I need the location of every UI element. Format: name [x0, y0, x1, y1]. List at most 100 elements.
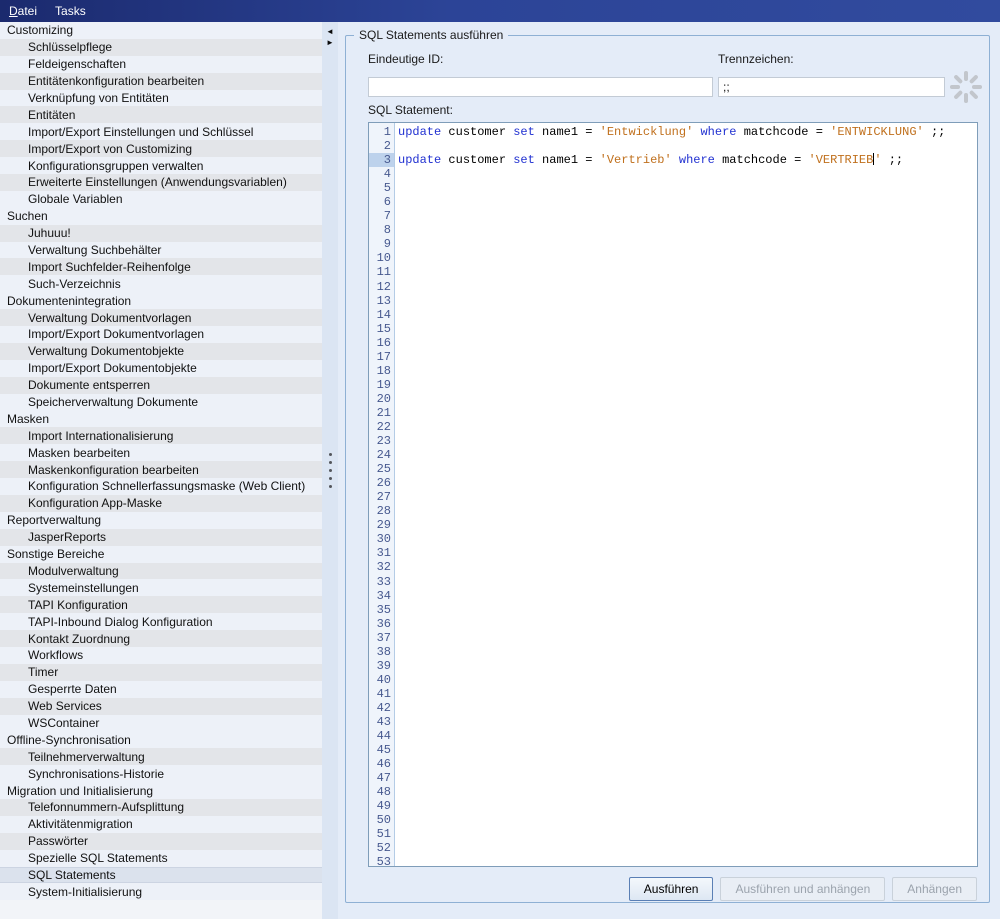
splitter-bar[interactable]: ◄► — [322, 22, 338, 919]
sidebar-item[interactable]: Konfigurationsgruppen verwalten — [0, 157, 322, 174]
sidebar-category[interactable]: Reportverwaltung — [0, 512, 322, 529]
menu-tasks[interactable]: Tasks — [46, 0, 95, 22]
sidebar-item[interactable]: Import Internationalisierung — [0, 427, 322, 444]
code-line[interactable] — [395, 532, 977, 546]
code-line[interactable] — [395, 294, 977, 308]
splitter-grip-icon[interactable] — [322, 453, 338, 488]
code-line[interactable] — [395, 673, 977, 687]
sidebar-item[interactable]: Juhuuu! — [0, 225, 322, 242]
sidebar-item[interactable]: Synchronisations-Historie — [0, 765, 322, 782]
code-line[interactable] — [395, 448, 977, 462]
sidebar-item[interactable]: Aktivitätenmigration — [0, 816, 322, 833]
code-line[interactable] — [395, 855, 977, 866]
sidebar-item[interactable]: Verknüpfung von Entitäten — [0, 90, 322, 107]
code-line[interactable] — [395, 434, 977, 448]
code-line[interactable] — [395, 308, 977, 322]
sidebar-item[interactable]: Gesperrte Daten — [0, 681, 322, 698]
sidebar-item[interactable]: TAPI Konfiguration — [0, 596, 322, 613]
code-line[interactable] — [395, 195, 977, 209]
sidebar-item[interactable]: Import/Export Dokumentvorlagen — [0, 326, 322, 343]
sidebar-item[interactable]: Import/Export Einstellungen und Schlüsse… — [0, 123, 322, 140]
unique-id-input[interactable] — [368, 77, 713, 97]
sidebar-category[interactable]: Suchen — [0, 208, 322, 225]
sidebar-item[interactable]: Verwaltung Dokumentvorlagen — [0, 309, 322, 326]
sidebar-item[interactable]: Konfiguration App-Maske — [0, 495, 322, 512]
sidebar-category[interactable]: Customizing — [0, 22, 322, 39]
sidebar-category[interactable]: Migration und Initialisierung — [0, 782, 322, 799]
code-line[interactable] — [395, 420, 977, 434]
sidebar-item[interactable]: Entitätenkonfiguration bearbeiten — [0, 73, 322, 90]
sidebar-item[interactable]: Dokumente entsperren — [0, 377, 322, 394]
code-line[interactable] — [395, 336, 977, 350]
sidebar-item[interactable]: Workflows — [0, 647, 322, 664]
sidebar-item[interactable]: Import Suchfelder-Reihenfolge — [0, 258, 322, 275]
code-line[interactable] — [395, 280, 977, 294]
sidebar-item[interactable]: WSContainer — [0, 715, 322, 732]
code-line[interactable] — [395, 237, 977, 251]
code-line[interactable]: update customer set name1 = 'Vertrieb' w… — [395, 153, 977, 167]
sidebar-item[interactable]: Spezielle SQL Statements — [0, 850, 322, 867]
code-line[interactable] — [395, 209, 977, 223]
separator-input[interactable] — [718, 77, 945, 97]
sql-editor[interactable]: 1234567891011121314151617181920212223242… — [368, 122, 978, 867]
code-line[interactable] — [395, 223, 977, 237]
sidebar-item[interactable]: JasperReports — [0, 529, 322, 546]
code-line[interactable] — [395, 785, 977, 799]
sidebar-item[interactable]: Speicherverwaltung Dokumente — [0, 394, 322, 411]
sidebar-item[interactable]: Web Services — [0, 698, 322, 715]
sidebar-category[interactable]: Dokumentenintegration — [0, 292, 322, 309]
sidebar-item[interactable]: Entitäten — [0, 106, 322, 123]
sidebar-item[interactable]: Feldeigenschaften — [0, 56, 322, 73]
code-line[interactable] — [395, 181, 977, 195]
code-line[interactable] — [395, 771, 977, 785]
code-line[interactable] — [395, 715, 977, 729]
code-line[interactable] — [395, 462, 977, 476]
sidebar-item[interactable]: Erweiterte Einstellungen (Anwendungsvari… — [0, 174, 322, 191]
sidebar-category[interactable]: Masken — [0, 410, 322, 427]
code-line[interactable] — [395, 406, 977, 420]
sidebar-item[interactable]: SQL Statements — [0, 867, 322, 884]
sidebar-item[interactable]: Teilnehmerverwaltung — [0, 748, 322, 765]
sidebar-category[interactable]: Sonstige Bereiche — [0, 546, 322, 563]
code-line[interactable] — [395, 490, 977, 504]
code-line[interactable] — [395, 476, 977, 490]
code-line[interactable] — [395, 504, 977, 518]
sidebar-item[interactable]: Verwaltung Dokumentobjekte — [0, 343, 322, 360]
code-line[interactable] — [395, 546, 977, 560]
code-line[interactable] — [395, 322, 977, 336]
code-line[interactable] — [395, 659, 977, 673]
sidebar-item[interactable]: Verwaltung Suchbehälter — [0, 242, 322, 259]
sidebar-item[interactable]: Import/Export Dokumentobjekte — [0, 360, 322, 377]
code-line[interactable]: update customer set name1 = 'Entwicklung… — [395, 125, 977, 139]
sidebar-item[interactable]: Maskenkonfiguration bearbeiten — [0, 461, 322, 478]
code-line[interactable] — [395, 701, 977, 715]
code-line[interactable] — [395, 378, 977, 392]
code-line[interactable] — [395, 265, 977, 279]
sidebar-item[interactable]: Modulverwaltung — [0, 563, 322, 580]
sidebar-item[interactable]: TAPI-Inbound Dialog Konfiguration — [0, 613, 322, 630]
sidebar-item[interactable]: System-Initialisierung — [0, 883, 322, 900]
code-line[interactable] — [395, 729, 977, 743]
sidebar-item[interactable]: Konfiguration Schnellerfassungsmaske (We… — [0, 478, 322, 495]
sql-code-area[interactable]: update customer set name1 = 'Entwicklung… — [395, 123, 977, 866]
sidebar-item[interactable]: Passwörter — [0, 833, 322, 850]
code-line[interactable] — [395, 392, 977, 406]
code-line[interactable] — [395, 560, 977, 574]
code-line[interactable] — [395, 687, 977, 701]
sidebar-item[interactable]: Kontakt Zuordnung — [0, 630, 322, 647]
code-line[interactable] — [395, 167, 977, 181]
code-line[interactable] — [395, 364, 977, 378]
sidebar-category[interactable]: Offline-Synchronisation — [0, 731, 322, 748]
sidebar-item[interactable]: Import/Export von Customizing — [0, 140, 322, 157]
splitter-collapse-arrows-icon[interactable]: ◄► — [322, 26, 338, 48]
code-line[interactable] — [395, 139, 977, 153]
code-line[interactable] — [395, 813, 977, 827]
code-line[interactable] — [395, 757, 977, 771]
code-line[interactable] — [395, 617, 977, 631]
code-line[interactable] — [395, 743, 977, 757]
ausführen-button[interactable]: Ausführen — [629, 877, 714, 901]
code-line[interactable] — [395, 589, 977, 603]
sidebar-item[interactable]: Telefonnummern-Aufsplittung — [0, 799, 322, 816]
code-line[interactable] — [395, 603, 977, 617]
code-line[interactable] — [395, 827, 977, 841]
